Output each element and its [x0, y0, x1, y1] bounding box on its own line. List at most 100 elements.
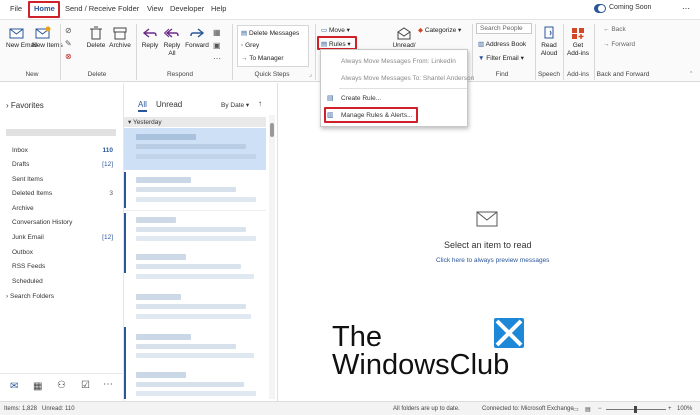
group-back-forward-label: Back and Forward: [596, 71, 650, 78]
menu-item-create-rule[interactable]: Create Rule...: [341, 95, 381, 102]
view-normal-icon[interactable]: ▭: [573, 406, 579, 413]
scrollbar-thumb[interactable]: [270, 123, 274, 137]
sort-by-date-dropdown[interactable]: By Date ▾: [221, 101, 249, 109]
coming-soon-label: Coming Soon: [609, 4, 652, 11]
forward-icon: [190, 28, 205, 38]
ignore-icon[interactable]: ⊘: [65, 26, 77, 36]
reply-button[interactable]: Reply: [140, 26, 160, 50]
back-button[interactable]: ← Back: [603, 26, 626, 33]
menu-item-move-from-linkedin[interactable]: Always Move Messages From: LinkedIn: [341, 58, 456, 65]
favorites-header[interactable]: › Favorites: [6, 101, 44, 110]
group-addins-label: Add-ins: [566, 71, 590, 78]
new-items-icon: [35, 26, 51, 39]
list-item[interactable]: [124, 213, 266, 245]
folder-deleted-items[interactable]: Deleted Items: [12, 190, 52, 197]
envelope-open-icon: [397, 27, 411, 40]
drafts-count: [12]: [102, 161, 113, 168]
group-speech-label: Speech: [537, 71, 561, 78]
folder-scheduled[interactable]: Scheduled: [12, 278, 43, 285]
message-list-scrollbar[interactable]: [269, 115, 275, 399]
coming-soon-toggle[interactable]: [594, 4, 606, 13]
addins-grid-icon: [572, 28, 584, 39]
junk-icon[interactable]: ⊗: [65, 52, 77, 62]
new-email-button[interactable]: New Email: [6, 26, 37, 50]
folder-outbox[interactable]: Outbox: [12, 249, 33, 256]
list-item[interactable]: [124, 172, 266, 208]
collapse-ribbon-icon[interactable]: ˆ: [690, 72, 692, 79]
quick-steps-launcher-icon[interactable]: ⌟: [309, 71, 312, 78]
folder-pane: › Favorites Inbox 110 Drafts [12] Sent I…: [0, 83, 123, 373]
view-reading-icon[interactable]: ▤: [585, 406, 591, 413]
menu-item-move-to-shantel[interactable]: Always Move Messages To: Shantel Anderso…: [341, 75, 474, 82]
forward-nav-button[interactable]: → Forward: [603, 41, 635, 48]
quick-step-grey[interactable]: ▫ Grey: [241, 42, 259, 49]
move-button[interactable]: ▭ Move ▾: [321, 26, 350, 34]
zoom-out-icon[interactable]: −: [598, 406, 602, 412]
filter-email-button[interactable]: ▼ Filter Email ▾: [478, 54, 524, 62]
tab-help[interactable]: Help: [211, 4, 226, 13]
categorize-icon: ◆: [418, 27, 423, 34]
tab-developer[interactable]: Developer: [170, 4, 204, 13]
people-icon[interactable]: ⚇: [57, 380, 66, 391]
address-book-button[interactable]: ▥ Address Book: [478, 40, 526, 48]
folder-search-folders[interactable]: › Search Folders: [6, 293, 54, 300]
new-items-button[interactable]: New Items: [32, 26, 63, 50]
windowsclub-logo: [494, 318, 524, 348]
zoom-slider[interactable]: [606, 406, 666, 413]
folder-junk-email[interactable]: Junk Email: [12, 234, 44, 241]
delete-button[interactable]: Delete: [86, 26, 106, 50]
folder-inbox[interactable]: Inbox: [12, 147, 28, 154]
rules-dropdown-menu: Always Move Messages From: LinkedIn Alwa…: [320, 49, 474, 127]
forward-button[interactable]: Forward: [184, 26, 210, 50]
unread-read-button[interactable]: Unread/: [392, 26, 416, 50]
folder-drafts[interactable]: Drafts: [12, 161, 29, 168]
status-folders: All folders are up to date.: [393, 406, 460, 412]
list-item[interactable]: [124, 128, 266, 170]
respond-more-icons[interactable]: ▦ ▣ ⋯: [213, 26, 221, 65]
zoom-level[interactable]: 100%: [677, 406, 692, 412]
envelope-icon: [476, 211, 498, 227]
sort-direction-icon[interactable]: ↑: [258, 99, 262, 108]
read-aloud-button[interactable]: Read Aloud: [538, 26, 560, 58]
reply-all-button[interactable]: Reply All: [162, 26, 182, 58]
ribbon-tab-bar: File Home Send / Receive Folder View Dev…: [0, 0, 700, 20]
read-aloud-icon: [544, 26, 554, 39]
tab-view[interactable]: View: [147, 4, 163, 13]
tab-file[interactable]: File: [10, 4, 22, 13]
get-addins-button[interactable]: Get Add-ins: [566, 26, 590, 58]
calendar-icon[interactable]: ▦: [33, 381, 42, 392]
list-item[interactable]: [124, 289, 266, 325]
preview-messages-link[interactable]: Click here to always preview messages: [436, 257, 549, 264]
search-people-input[interactable]: Search People: [476, 23, 532, 34]
mail-icon[interactable]: ✉: [10, 381, 18, 392]
zoom-in-icon[interactable]: +: [668, 406, 672, 412]
quick-step-delete-messages[interactable]: ▤ Delete Messages: [241, 29, 299, 37]
tab-folder[interactable]: Folder: [118, 4, 139, 13]
filter-all-tab[interactable]: All: [138, 100, 147, 112]
ribbon-options-icon[interactable]: ⋯: [682, 4, 690, 13]
deleted-count: 3: [109, 190, 113, 197]
reply-icon: [142, 28, 157, 38]
folder-rss-feeds[interactable]: RSS Feeds: [12, 263, 45, 270]
folder-sent-items[interactable]: Sent Items: [12, 176, 43, 183]
group-new-label: New: [25, 71, 39, 78]
categorize-button[interactable]: ◆ Categorize ▾: [418, 26, 461, 34]
tab-send-receive[interactable]: Send / Receive: [65, 4, 116, 13]
group-header-yesterday[interactable]: ▾ Yesterday: [124, 117, 266, 127]
archive-icon: [113, 27, 127, 40]
folder-conversation-history[interactable]: Conversation History: [12, 219, 72, 226]
module-nav-bar: ✉ ▦ ⚇ ☑ ⋯: [0, 373, 123, 401]
list-item[interactable]: [124, 329, 266, 363]
status-connected: Connected to: Microsoft Exchange: [482, 406, 574, 412]
tasks-icon[interactable]: ☑: [81, 380, 90, 391]
folder-archive[interactable]: Archive: [12, 205, 34, 212]
list-item[interactable]: [124, 367, 266, 399]
more-apps-icon[interactable]: ⋯: [103, 379, 113, 390]
home-tab-highlight: [28, 1, 60, 18]
filter-unread-tab[interactable]: Unread: [156, 100, 182, 109]
new-email-icon: [9, 28, 24, 39]
quick-step-to-manager[interactable]: → To Manager: [241, 55, 284, 62]
archive-button[interactable]: Archive: [108, 26, 132, 50]
list-item[interactable]: [124, 249, 266, 285]
cleanup-icon[interactable]: ✎: [65, 39, 77, 49]
